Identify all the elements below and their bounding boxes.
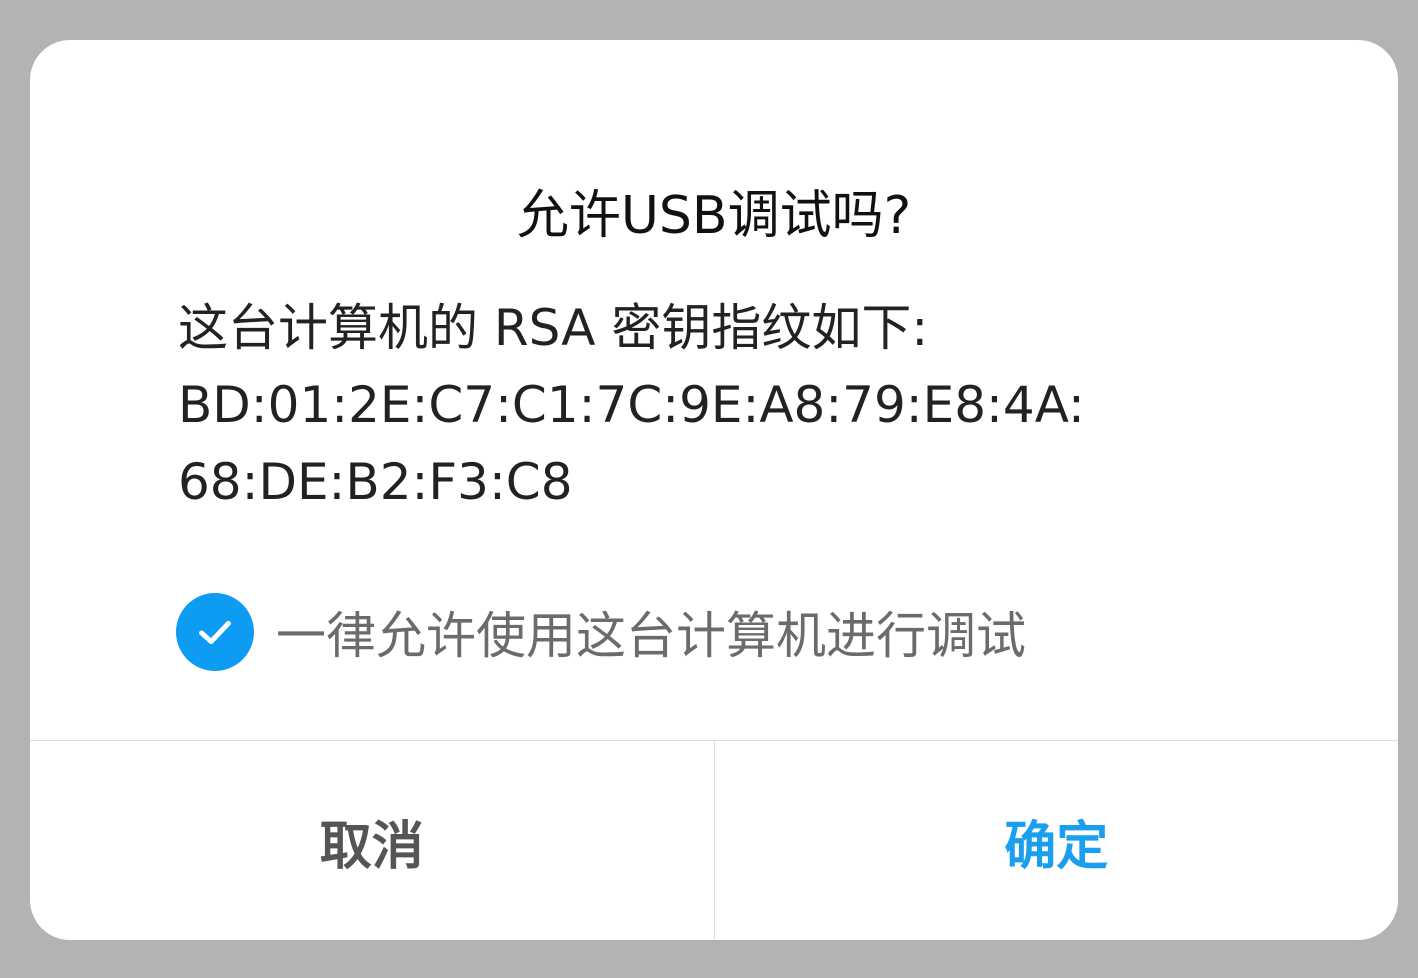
ok-button[interactable]: 确定 <box>715 741 1399 940</box>
dialog-title: 允许USB调试吗? <box>516 186 912 246</box>
checkmark-icon <box>199 620 231 645</box>
cancel-button[interactable]: 取消 <box>30 741 715 940</box>
message-line: 68:DE:B2:F3:C8 <box>178 453 573 511</box>
usb-debug-dialog: 允许USB调试吗? 这台计算机的 RSA 密钥指纹如下: BD:01:2E:C7… <box>30 40 1398 940</box>
always-allow-option[interactable]: 一律允许使用这台计算机进行调试 <box>176 592 1026 672</box>
dialog-message: 这台计算机的 RSA 密钥指纹如下: BD:01:2E:C7:C1:7C:9E:… <box>178 290 1278 521</box>
message-line: BD:01:2E:C7:C1:7C:9E:A8:79:E8:4A: <box>178 376 1085 434</box>
always-allow-label: 一律允许使用这台计算机进行调试 <box>276 607 1026 665</box>
dialog-button-bar: 取消 确定 <box>30 740 1398 940</box>
message-line: 这台计算机的 RSA 密钥指纹如下: <box>178 299 929 357</box>
always-allow-checkbox[interactable] <box>176 593 254 671</box>
